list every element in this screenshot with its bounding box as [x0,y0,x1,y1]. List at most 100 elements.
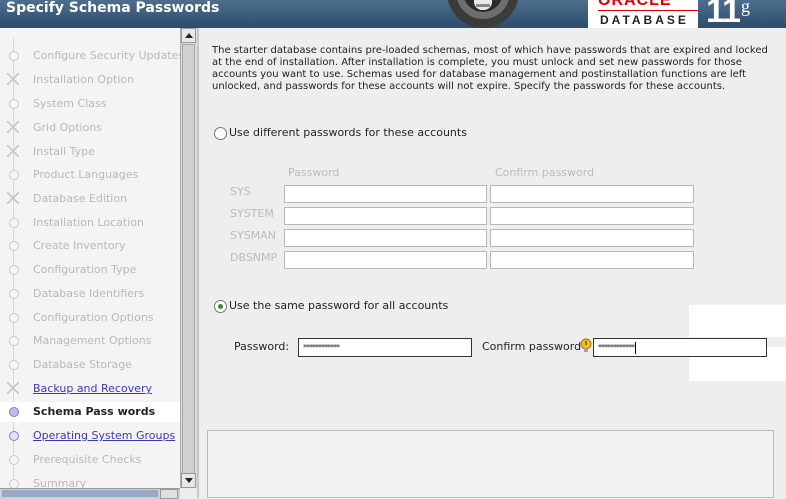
hscroll-thumb[interactable] [2,490,158,497]
step-installation-location: Installation Location [0,213,180,233]
step-backup-and-recovery[interactable]: Backup and Recovery [0,379,180,399]
step-installation-option: Installation Option [0,70,180,90]
step-label: Configure Security Updates [33,49,180,62]
step-prerequisite-checks: Prerequisite Checks [0,450,180,470]
radio-different-passwords-label[interactable]: Use different passwords for these accoun… [229,126,467,139]
step-status-icon [9,218,19,228]
step-label: Installation Option [33,73,135,86]
account-label-system: SYSTEM [230,207,274,220]
step-branch-icon [7,121,19,133]
password-value: ************ [303,343,340,352]
step-branch-icon [7,73,19,85]
oracle-logo-rule [598,10,698,11]
radio-same-password-label[interactable]: Use the same password for all accounts [229,299,448,312]
confirm-password-value: ************ [598,343,635,352]
step-label: Install Type [33,145,95,158]
step-label: Database Edition [33,192,128,205]
step-label: Installation Location [33,216,144,229]
version-suffix: g [741,0,750,16]
password-label: Password: [234,340,290,353]
oracle-logo: ORACLE [598,0,672,9]
sysman-confirm-password-field[interactable] [490,229,694,247]
step-label: Schema Pass words [33,405,156,418]
gear-logo-icon [447,0,519,28]
step-schema-passwords[interactable]: Schema Pass words [0,402,180,422]
sysman-password-field[interactable] [284,229,487,247]
step-label: Grid Options [33,121,103,134]
scroll-up-button[interactable] [181,28,196,43]
step-configuration-options: Configuration Options [0,308,180,328]
step-install-type: Install Type [0,142,180,162]
step-branch-icon [7,145,19,157]
step-grid-options: Grid Options [0,118,180,138]
step-status-icon [9,265,19,275]
dbsnmp-password-field[interactable] [284,251,487,269]
scroll-thumb[interactable] [182,44,195,474]
step-label: Prerequisite Checks [33,453,142,466]
step-label: Configuration Type [33,263,137,276]
step-status-icon [9,455,19,465]
text-caret [635,341,636,354]
confirm-password-field[interactable]: ************ [593,338,767,357]
step-label: Configuration Options [33,311,154,324]
step-label: System Class [33,97,107,110]
dbsnmp-confirm-password-field[interactable] [490,251,694,269]
intro-text: The starter database contains pre-loaded… [212,45,768,92]
step-database-edition: Database Edition [0,189,180,209]
step-label[interactable]: Operating System Groups [33,429,175,442]
step-status-icon [9,99,19,109]
column-header-confirm-password: Confirm password [495,166,595,179]
confirm-password-label: Confirm password [482,340,582,353]
steps-sidebar: Configure Security Updates Installation … [0,28,180,490]
step-create-inventory: Create Inventory [0,236,180,256]
step-status-icon [9,313,19,323]
message-panel [207,430,774,498]
step-operating-system-groups[interactable]: Operating System Groups [0,426,180,446]
scroll-down-button[interactable] [181,473,196,488]
account-label-dbsnmp: DBSNMP [230,251,278,264]
account-label-sysman: SYSMAN [230,229,276,242]
radio-same-password[interactable] [214,300,227,313]
title-bar: Specify Schema Passwords ORACLE DATABASE… [0,0,786,30]
step-label: Database Storage [33,358,133,371]
step-database-identifiers: Database Identifiers [0,284,180,304]
arrow-down-icon [185,478,193,483]
step-label: Create Inventory [33,239,126,252]
system-password-field[interactable] [284,207,487,225]
step-status-icon [9,51,19,61]
step-management-options: Management Options [0,331,180,351]
step-status-icon [9,170,19,180]
radio-different-passwords[interactable] [214,127,227,140]
database-logo-text: DATABASE [600,13,689,27]
column-header-password: Password [288,166,340,179]
sidebar-vertical-scrollbar[interactable] [180,28,197,488]
step-status-icon [9,336,19,346]
sys-confirm-password-field[interactable] [490,185,694,203]
step-status-icon [9,360,19,370]
step-system-class: System Class [0,94,180,114]
account-label-sys: SYS [230,185,251,198]
main-panel: The starter database contains pre-loaded… [199,28,786,498]
version-number: 11 [706,0,741,30]
step-label[interactable]: Backup and Recovery [33,382,152,395]
step-database-storage: Database Storage [0,355,180,375]
step-configuration-type: Configuration Type [0,260,180,280]
step-current-icon [9,407,19,417]
step-product-languages: Product Languages [0,165,180,185]
step-label: Management Options [33,334,152,347]
warning-lightbulb-icon[interactable] [579,338,593,354]
arrow-up-icon [185,33,193,38]
step-label: Database Identifiers [33,287,145,300]
tooltip-area-top [689,305,786,337]
step-status-icon [9,431,19,441]
step-status-icon [9,241,19,251]
system-confirm-password-field[interactable] [490,207,694,225]
sys-password-field[interactable] [284,185,487,203]
page-title: Specify Schema Passwords [6,0,220,16]
step-status-icon [9,289,19,299]
password-field[interactable]: ************ [298,338,472,357]
step-configure-security-updates: Configure Security Updates [0,46,180,66]
step-branch-icon [7,192,19,204]
sidebar-horizontal-scrollbar[interactable] [0,488,180,499]
step-branch-icon [7,382,19,394]
